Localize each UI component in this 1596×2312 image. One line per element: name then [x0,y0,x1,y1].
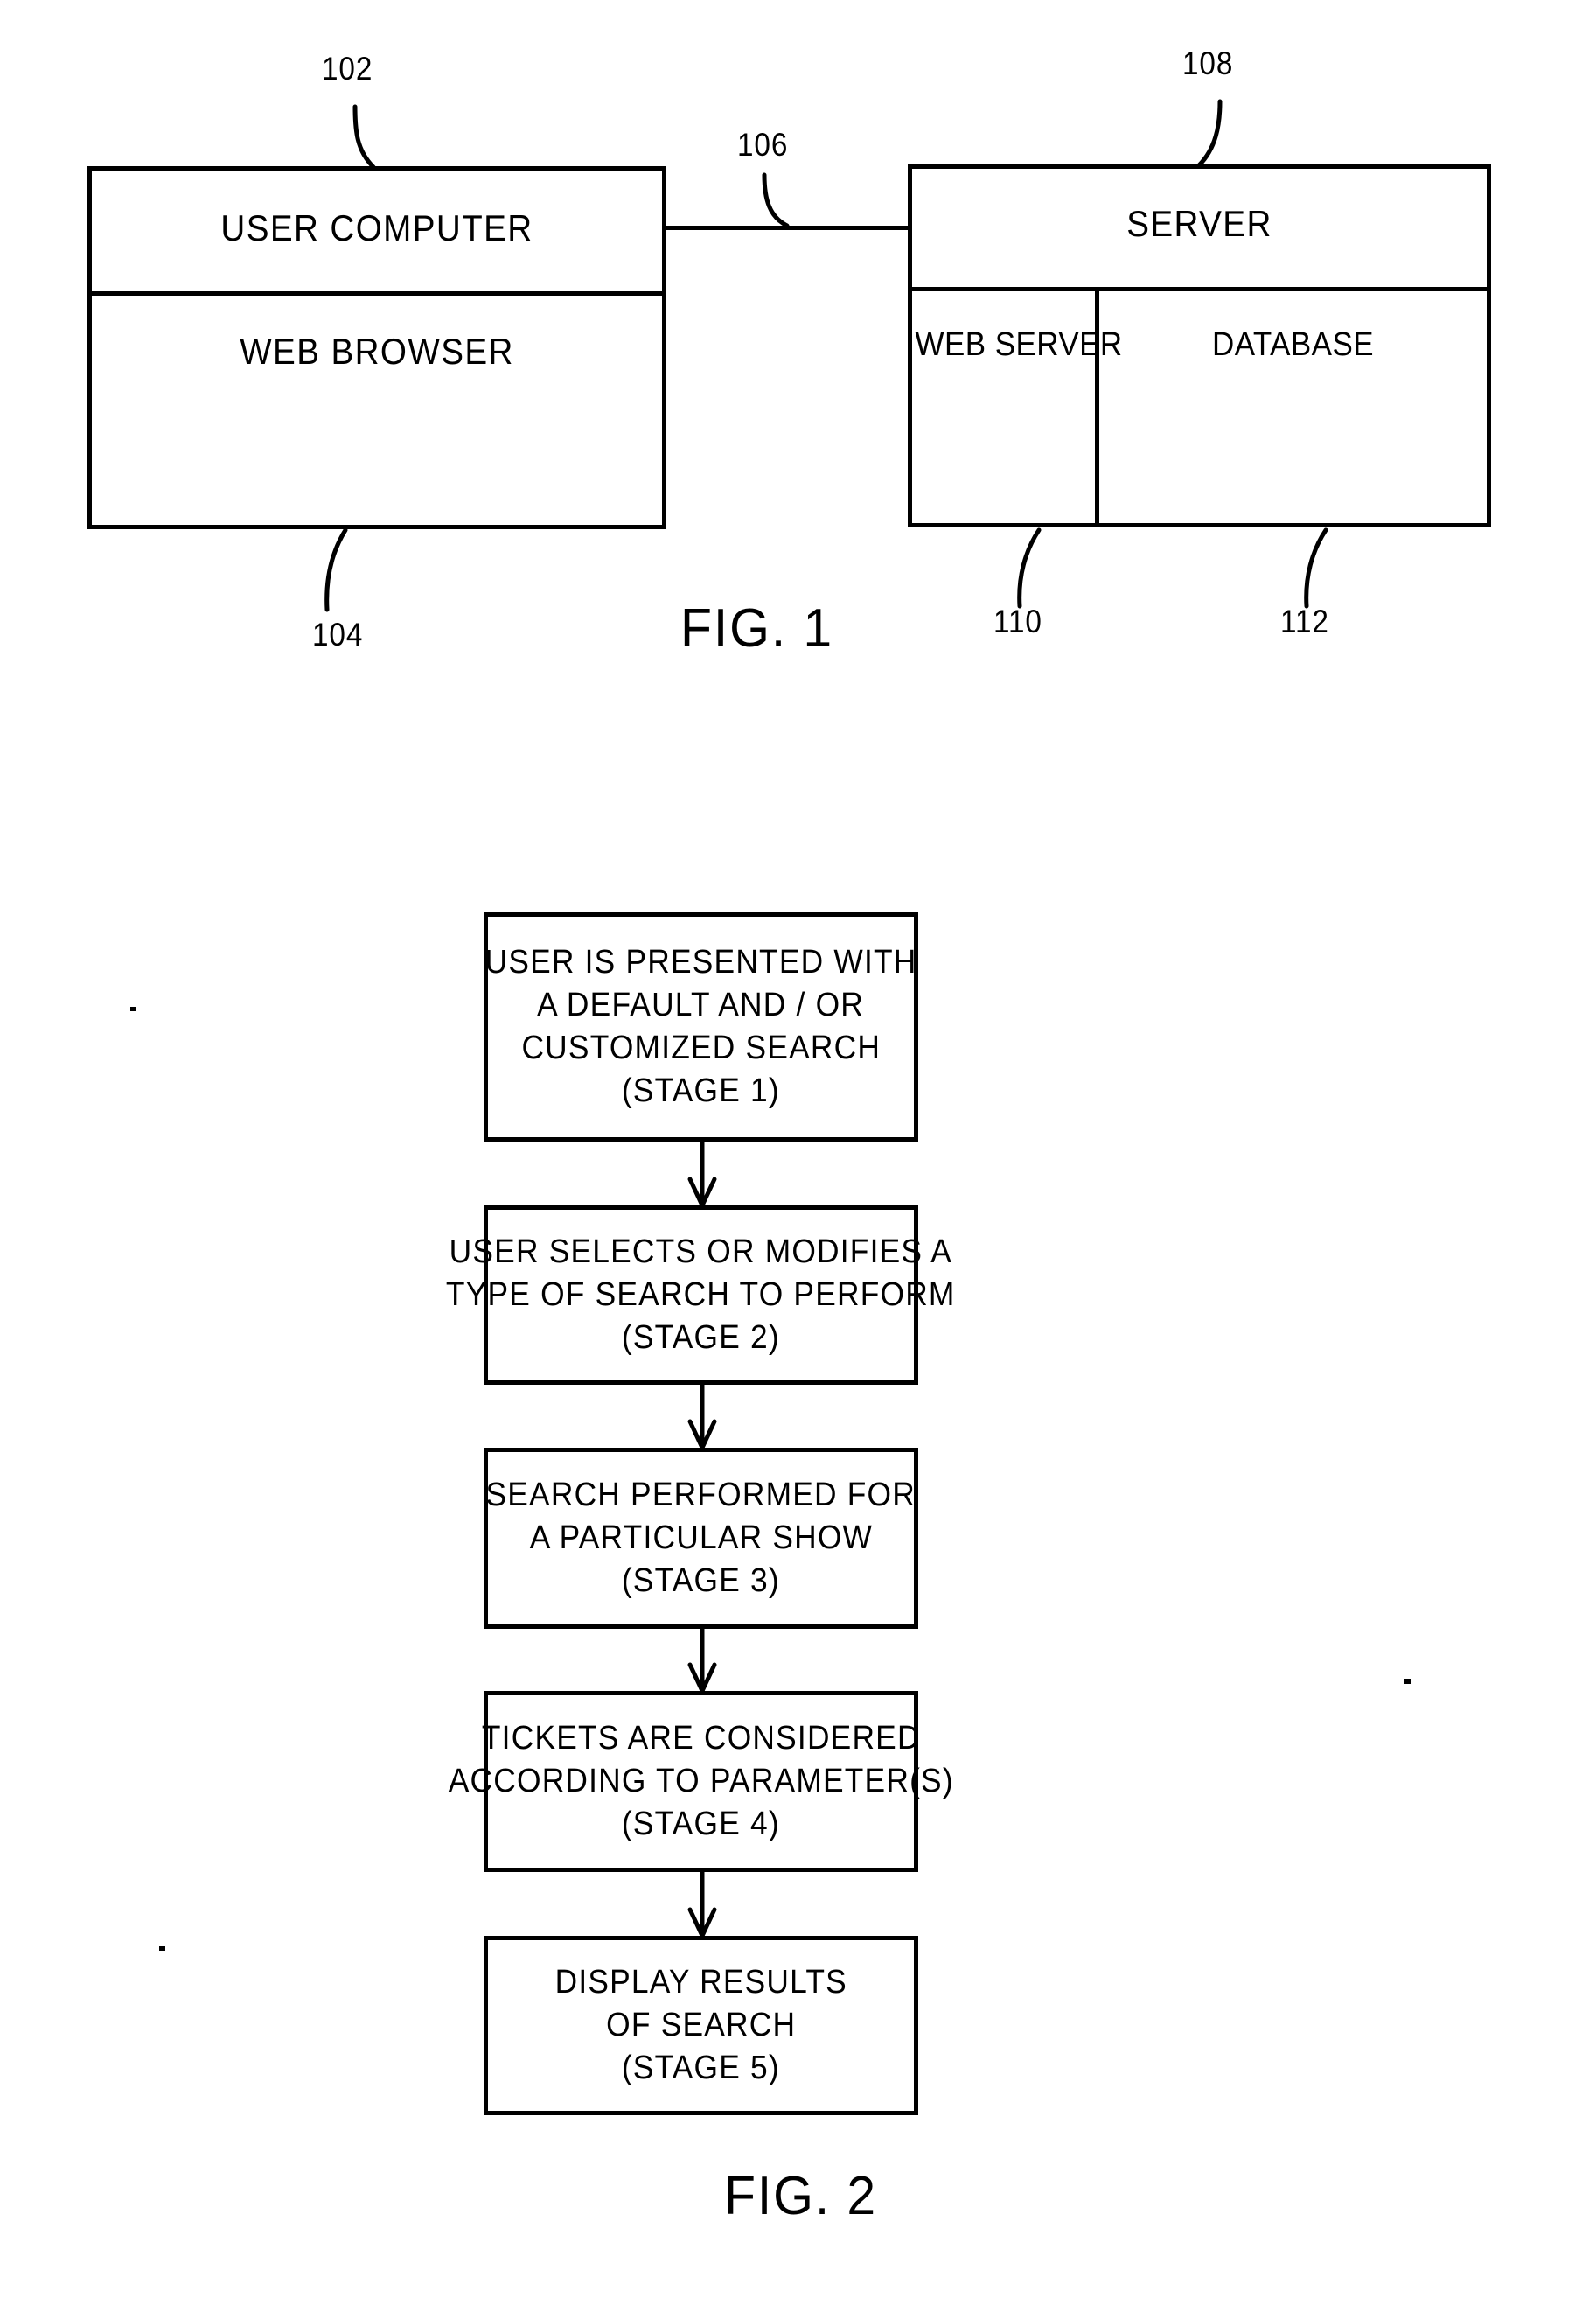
ref-numeral-106: 106 [737,127,789,163]
server-label: SERVER [1126,203,1272,244]
flow-box-stage-2: USER SELECTS OR MODIFIES A TYPE OF SEARC… [446,1205,955,1385]
flow-line: USER SELECTS OR MODIFIES A [449,1233,953,1270]
database-label: DATABASE [1211,326,1375,363]
leader-line-104 [324,527,348,612]
flow-line: (STAGE 2) [621,1319,781,1356]
leader-line-106 [762,172,790,228]
ref-numeral-110: 110 [993,604,1042,639]
flow-line: CUSTOMIZED SEARCH [521,1030,881,1066]
flow-box-stage-4: TICKETS ARE CONSIDERED ACCORDING TO PARA… [448,1691,952,1872]
flow-box-stage-1: USER IS PRESENTED WITH A DEFAULT AND / O… [484,912,918,1142]
flow-box-stage-5: DISPLAY RESULTS OF SEARCH (STAGE 5) [484,1936,918,2115]
server-divider-horizontal [908,287,1491,291]
user-computer-divider [87,291,666,296]
leader-line-112 [1304,527,1328,609]
ref-numeral-112: 112 [1280,604,1329,639]
flow-line: SEARCH PERFORMED FOR [485,1477,916,1513]
flow-line: OF SEARCH [605,2007,797,2043]
flow-box-stage-3: SEARCH PERFORMED FOR A PARTICULAR SHOW (… [484,1448,918,1629]
flow-line: TYPE OF SEARCH TO PERFORM [446,1276,956,1313]
flow-arrow-4-5 [687,1872,717,1938]
flow-line: TICKETS ARE CONSIDERED [481,1720,921,1757]
flow-line: (STAGE 4) [621,1806,781,1842]
flow-line: (STAGE 3) [621,1562,781,1599]
web-server-label: WEB SERVER [915,326,1123,363]
ref-numeral-104: 104 [312,617,364,653]
flow-arrow-1-2 [687,1142,717,1208]
flow-line: ACCORDING TO PARAMETER(S) [448,1763,954,1799]
figure-2-caption: FIG. 2 [724,2166,878,2226]
user-computer-label: USER COMPUTER [220,207,533,248]
leader-line-110 [1017,527,1042,609]
flow-line: DISPLAY RESULTS [554,1964,847,2001]
page-speck [159,1946,165,1951]
web-browser-label: WEB BROWSER [240,331,514,372]
figure-1-caption: FIG. 1 [680,598,834,659]
ref-numeral-102: 102 [322,51,373,87]
patent-drawing-sheet: 102 106 108 104 110 112 USER COMPUTER WE… [0,0,1596,2312]
server-divider-vertical [1095,287,1099,527]
leader-line-102 [352,104,376,170]
page-speck [1404,1679,1411,1684]
page-speck [130,1007,136,1011]
flow-line: (STAGE 1) [621,1072,781,1109]
network-link-line [665,226,911,230]
flow-arrow-2-3 [687,1385,717,1450]
flow-line: A PARTICULAR SHOW [529,1519,873,1556]
flow-line: A DEFAULT AND / OR [537,987,865,1023]
ref-numeral-108: 108 [1182,45,1234,81]
leader-line-108 [1196,99,1223,168]
flow-line: USER IS PRESENTED WITH [484,944,917,981]
flow-arrow-3-4 [687,1629,717,1694]
flow-line: (STAGE 5) [621,2050,781,2086]
